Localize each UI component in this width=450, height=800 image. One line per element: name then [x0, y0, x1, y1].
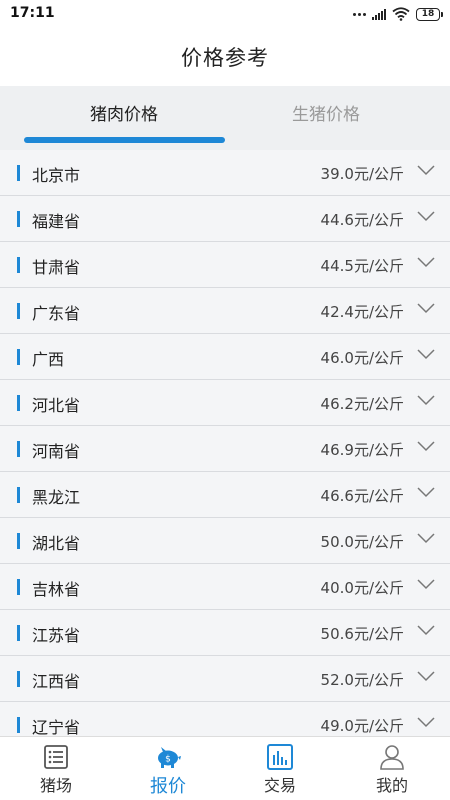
region-price: 46.0元/公斤 [320, 349, 404, 367]
region-name: 河北省 [32, 396, 81, 415]
list-item[interactable]: 湖北省 50.0元/公斤 [0, 518, 450, 564]
region-name: 黑龙江 [32, 488, 81, 507]
region-name: 吉林省 [32, 580, 81, 599]
more-dots-icon [353, 12, 366, 16]
tab-bar: 猪肉价格 生猪价格 [0, 86, 450, 150]
list-item[interactable]: 北京市 39.0元/公斤 [0, 150, 450, 196]
list-item[interactable]: 河北省 46.2元/公斤 [0, 380, 450, 426]
region-name: 河南省 [32, 442, 81, 461]
region-name: 福建省 [32, 212, 81, 231]
list-item[interactable]: 辽宁省 49.0元/公斤 [0, 702, 450, 736]
status-time: 17:11 [10, 5, 55, 21]
region-price: 49.0元/公斤 [320, 717, 404, 735]
region-price: 39.0元/公斤 [320, 165, 404, 183]
chevron-down-icon[interactable] [417, 670, 435, 682]
chevron-down-icon[interactable] [417, 578, 435, 590]
nav-label: 交易 [263, 776, 296, 795]
status-icons: 18 [353, 6, 443, 22]
header: 价格参考 [0, 28, 450, 86]
row-marker [17, 441, 20, 457]
list-item[interactable]: 吉林省 40.0元/公斤 [0, 564, 450, 610]
user-icon [380, 745, 404, 770]
region-price: 52.0元/公斤 [320, 671, 404, 689]
row-marker [17, 257, 20, 273]
row-marker [17, 625, 20, 641]
svg-text:$: $ [165, 755, 171, 765]
battery-icon: 18 [416, 7, 443, 21]
row-marker [17, 533, 20, 549]
chevron-down-icon[interactable] [417, 164, 435, 176]
region-price: 42.4元/公斤 [320, 303, 404, 321]
tab-pork-price[interactable]: 猪肉价格 [24, 100, 224, 125]
region-name: 北京市 [32, 166, 81, 185]
list-item[interactable]: 福建省 44.6元/公斤 [0, 196, 450, 242]
nav-item-quote[interactable]: $ 报价 [112, 743, 224, 798]
list-item[interactable]: 黑龙江 46.6元/公斤 [0, 472, 450, 518]
list-item[interactable]: 广西 46.0元/公斤 [0, 334, 450, 380]
chevron-down-icon[interactable] [417, 532, 435, 544]
region-price: 50.6元/公斤 [320, 625, 404, 643]
chevron-down-icon[interactable] [417, 302, 435, 314]
tab-live-pig-price[interactable]: 生猪价格 [226, 100, 426, 125]
chevron-down-icon[interactable] [417, 394, 435, 406]
chevron-down-icon[interactable] [417, 624, 435, 636]
nav-item-pig-farm[interactable]: 猪场 [0, 743, 112, 796]
region-price: 40.0元/公斤 [320, 579, 404, 597]
region-name: 江西省 [32, 672, 81, 691]
region-price: 50.0元/公斤 [320, 533, 404, 551]
list-item[interactable]: 甘肃省 44.5元/公斤 [0, 242, 450, 288]
piggy-bank-icon: $ [158, 747, 181, 768]
row-marker [17, 395, 20, 411]
nav-item-trade[interactable]: 交易 [224, 743, 336, 796]
list-item[interactable]: 广东省 42.4元/公斤 [0, 288, 450, 334]
region-name: 江苏省 [32, 626, 81, 645]
list-icon [44, 745, 68, 769]
chevron-down-icon[interactable] [417, 256, 435, 268]
region-name: 甘肃省 [32, 258, 81, 277]
row-marker [17, 487, 20, 503]
chevron-down-icon[interactable] [417, 486, 435, 498]
price-list[interactable]: 北京市 39.0元/公斤 福建省 44.6元/公斤 甘肃省 44.5元/公斤 广… [0, 150, 450, 736]
nav-label: 报价 [150, 776, 186, 797]
row-marker [17, 303, 20, 319]
list-item[interactable]: 江西省 52.0元/公斤 [0, 656, 450, 702]
region-price: 44.6元/公斤 [320, 211, 404, 229]
chevron-down-icon[interactable] [417, 210, 435, 222]
list-item[interactable]: 河南省 46.9元/公斤 [0, 426, 450, 472]
row-marker [17, 211, 20, 227]
region-price: 46.6元/公斤 [320, 487, 404, 505]
chevron-down-icon[interactable] [417, 440, 435, 452]
region-name: 湖北省 [32, 534, 81, 553]
row-marker [17, 579, 20, 595]
row-marker [17, 165, 20, 181]
region-price: 46.2元/公斤 [320, 395, 404, 413]
wifi-icon [392, 7, 410, 21]
nav-label: 我的 [375, 776, 408, 795]
page-title: 价格参考 [181, 46, 269, 70]
status-bar: 17:11 18 [0, 0, 450, 28]
chevron-down-icon[interactable] [417, 348, 435, 360]
signal-icon [372, 8, 386, 20]
list-item[interactable]: 江苏省 50.6元/公斤 [0, 610, 450, 656]
active-tab-indicator [24, 137, 225, 143]
chevron-down-icon[interactable] [417, 716, 435, 728]
bar-chart-icon [267, 744, 293, 770]
bottom-nav: 猪场 $ 报价 交易 我的 [0, 736, 450, 800]
region-name: 广西 [32, 350, 65, 369]
region-name: 辽宁省 [32, 718, 81, 736]
region-price: 44.5元/公斤 [320, 257, 404, 275]
region-name: 广东省 [32, 304, 81, 323]
row-marker [17, 671, 20, 687]
row-marker [17, 349, 20, 365]
region-price: 46.9元/公斤 [320, 441, 404, 459]
row-marker [17, 717, 20, 733]
nav-label: 猪场 [39, 776, 72, 795]
nav-item-mine[interactable]: 我的 [336, 743, 448, 796]
